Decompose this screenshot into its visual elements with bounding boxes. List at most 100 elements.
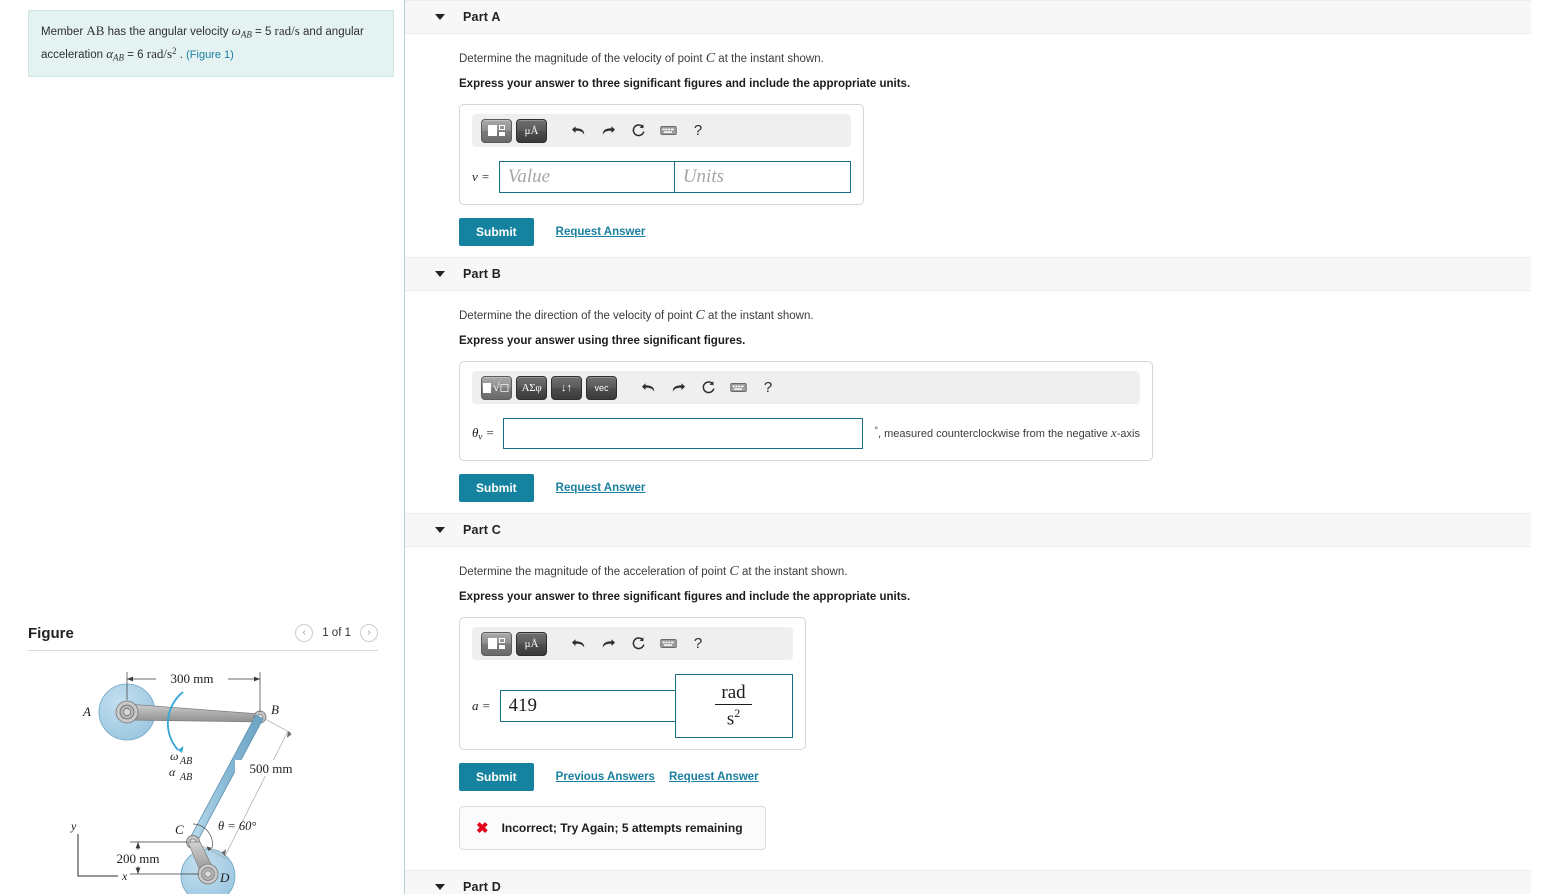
chevron-down-icon[interactable] — [435, 271, 445, 277]
reset-icon[interactable] — [625, 632, 651, 656]
part-a-answer-label: v = — [472, 169, 490, 184]
page-root: Member AB has the angular velocity ωAB =… — [0, 0, 1549, 894]
help-icon[interactable]: ? — [685, 119, 711, 143]
figure-count-label: 1 of 1 — [322, 627, 351, 639]
units-icon[interactable]: μÅ — [516, 118, 547, 143]
svg-text:y: y — [70, 819, 77, 833]
part-b-header[interactable]: Part B — [405, 257, 1531, 291]
svg-text:AB: AB — [179, 772, 192, 783]
updown-label: ↓↑ — [561, 381, 572, 394]
part-c-header[interactable]: Part C — [405, 513, 1531, 547]
template-icon[interactable]: √◻ — [481, 375, 512, 400]
part-c-toolbar: μÅ ? — [472, 627, 793, 660]
figure-nav: ‹ 1 of 1 › — [295, 624, 378, 642]
undo-icon[interactable] — [635, 376, 661, 400]
chevron-down-icon[interactable] — [435, 884, 445, 890]
part-c-button-row: Submit Previous Answers Request Answer — [459, 763, 1549, 791]
svg-text:B: B — [271, 702, 279, 717]
keyboard-icon[interactable] — [655, 119, 681, 143]
undo-icon[interactable] — [565, 119, 591, 143]
part-a-header[interactable]: Part A — [405, 0, 1531, 34]
problem-var-ab: AB — [86, 23, 105, 38]
help-icon[interactable]: ? — [685, 632, 711, 656]
part-c-request-answer-link[interactable]: Request Answer — [669, 771, 759, 783]
template-icon[interactable] — [481, 118, 512, 143]
part-d-header[interactable]: Part D — [405, 870, 1531, 894]
part-b-request-answer-link[interactable]: Request Answer — [556, 482, 646, 494]
part-a-toolbar: μÅ ? — [472, 114, 851, 147]
units-icon[interactable]: μÅ — [516, 631, 547, 656]
problem-text-line2-pre: acceleration — [41, 49, 107, 61]
part-a-value-input[interactable] — [498, 161, 675, 193]
units-icon-label: μÅ — [524, 124, 539, 137]
figure-prev-button[interactable]: ‹ — [295, 624, 314, 642]
greek-symbols-label: ΑΣφ — [521, 381, 542, 394]
part-a-question: Determine the magnitude of the velocity … — [459, 51, 1549, 67]
reset-icon[interactable] — [625, 119, 651, 143]
greek-symbols-icon[interactable]: ΑΣφ — [516, 375, 547, 400]
part-a-submit-button[interactable]: Submit — [459, 218, 534, 246]
part-a-label: Part A — [463, 10, 501, 24]
part-c-previous-answers-link[interactable]: Previous Answers — [556, 771, 655, 783]
svg-text:200 mm: 200 mm — [117, 851, 160, 866]
keyboard-icon[interactable] — [725, 376, 751, 400]
problem-text-line1-pre: Member — [41, 26, 87, 38]
part-a-units-input[interactable] — [674, 161, 851, 193]
reset-icon[interactable] — [695, 376, 721, 400]
part-b-question-tail: at the instant shown. — [704, 310, 814, 322]
redo-icon[interactable] — [595, 632, 621, 656]
part-c-submit-button[interactable]: Submit — [459, 763, 534, 791]
figure-next-button[interactable]: › — [360, 624, 378, 642]
part-b-answer-card: √◻ ΑΣφ ↓↑ vec ? θv = °, measured counter… — [459, 361, 1153, 461]
omega-units: rad/s — [274, 23, 300, 38]
part-b-button-row: Submit Request Answer — [459, 474, 1549, 502]
template-icon[interactable] — [481, 631, 512, 656]
part-a-question-tail: at the instant shown. — [715, 53, 824, 65]
svg-text:A: A — [82, 704, 91, 719]
part-b-submit-button[interactable]: Submit — [459, 474, 534, 502]
part-a-answer-card: μÅ ? v = Value Units — [459, 104, 864, 205]
mechanism-diagram-svg: 300 mm ω AB α AB 500 mm θ = 60° 200 mm A… — [70, 670, 307, 894]
part-b-question: Determine the direction of the velocity … — [459, 308, 1549, 324]
alpha-subscript: AB — [113, 52, 125, 63]
problem-text-line1-mid: has the angular velocity — [104, 26, 232, 38]
left-panel: Member AB has the angular velocity ωAB =… — [0, 0, 405, 894]
part-a-instruction: Express your answer to three significant… — [459, 78, 911, 90]
figure-1-link[interactable]: (Figure 1) — [186, 49, 234, 61]
chevron-down-icon[interactable] — [435, 14, 445, 20]
part-c-instruction: Express your answer to three significant… — [459, 591, 911, 603]
part-b-label: Part B — [463, 267, 502, 281]
part-b-instruction: Express your answer using three signific… — [459, 335, 746, 347]
part-c-value-input[interactable] — [499, 690, 676, 722]
help-icon[interactable]: ? — [755, 376, 781, 400]
part-c-field-row: a = rad s2 — [472, 674, 793, 738]
main-content: Part A Determine the magnitude of the ve… — [405, 0, 1549, 894]
alpha-value: = 6 — [124, 49, 147, 61]
svg-text:θ = 60°: θ = 60° — [218, 819, 256, 833]
part-b-toolbar: √◻ ΑΣφ ↓↑ vec ? — [472, 371, 1140, 404]
part-b-angle-input[interactable] — [503, 418, 864, 449]
part-a-request-answer-link[interactable]: Request Answer — [556, 226, 646, 238]
svg-text:500 mm: 500 mm — [250, 761, 293, 776]
error-icon: ✖ — [476, 820, 489, 837]
units-fraction: rad s2 — [715, 681, 752, 729]
figure-title: Figure — [28, 624, 74, 642]
part-a-button-row: Submit Request Answer — [459, 218, 1549, 246]
chevron-down-icon[interactable] — [435, 527, 445, 533]
part-b-question-text: Determine the direction of the velocity … — [459, 310, 696, 322]
redo-icon[interactable] — [665, 376, 691, 400]
svg-text:x: x — [121, 869, 128, 883]
part-c-units-display[interactable]: rad s2 — [674, 674, 793, 738]
part-b-question-var: C — [695, 308, 705, 323]
units-numerator: rad — [721, 681, 746, 703]
redo-icon[interactable] — [595, 119, 621, 143]
part-c-feedback: ✖ Incorrect; Try Again; 5 attempts remai… — [459, 806, 766, 850]
part-c-label: Part C — [463, 523, 502, 537]
undo-icon[interactable] — [565, 632, 591, 656]
problem-text-line2-dot: . — [176, 49, 187, 61]
part-c-answer-card: μÅ ? a = 419 rad s2 — [459, 617, 806, 750]
vector-icon[interactable]: vec — [586, 375, 617, 400]
keyboard-icon[interactable] — [655, 632, 681, 656]
updown-arrows-icon[interactable]: ↓↑ — [551, 375, 582, 400]
units-icon-label: μÅ — [524, 637, 539, 650]
